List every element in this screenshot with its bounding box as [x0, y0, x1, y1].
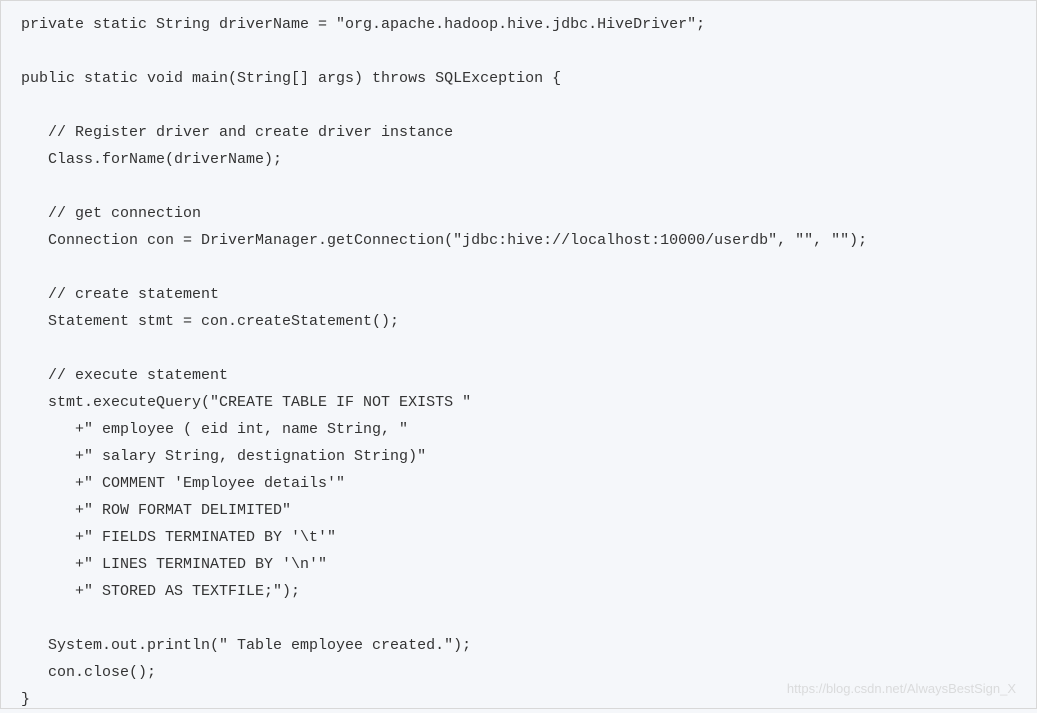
code-block: private static String driverName = "org.… [21, 11, 1016, 713]
watermark-text: https://blog.csdn.net/AlwaysBestSign_X [787, 677, 1016, 700]
code-line: System.out.println(" Table employee crea… [21, 637, 471, 654]
code-line: +" employee ( eid int, name String, " [21, 421, 408, 438]
code-line: +" salary String, destignation String)" [21, 448, 426, 465]
code-line: +" FIELDS TERMINATED BY '\t'" [21, 529, 336, 546]
code-line: public static void main(String[] args) t… [21, 70, 561, 87]
code-line: private static String driverName = "org.… [21, 16, 705, 33]
code-line: +" COMMENT 'Employee details'" [21, 475, 345, 492]
code-line: +" LINES TERMINATED BY '\n'" [21, 556, 327, 573]
code-line: // Register driver and create driver ins… [21, 124, 453, 141]
code-line: +" ROW FORMAT DELIMITED" [21, 502, 291, 519]
code-line: } [21, 691, 30, 708]
code-line: // execute statement [21, 367, 228, 384]
code-line: Class.forName(driverName); [21, 151, 282, 168]
code-line: // get connection [21, 205, 201, 222]
code-line: stmt.executeQuery("CREATE TABLE IF NOT E… [21, 394, 471, 411]
code-line: con.close(); [21, 664, 156, 681]
code-line: +" STORED AS TEXTFILE;"); [21, 583, 300, 600]
code-line: Connection con = DriverManager.getConnec… [21, 232, 867, 249]
code-line: // create statement [21, 286, 219, 303]
code-line: Statement stmt = con.createStatement(); [21, 313, 399, 330]
